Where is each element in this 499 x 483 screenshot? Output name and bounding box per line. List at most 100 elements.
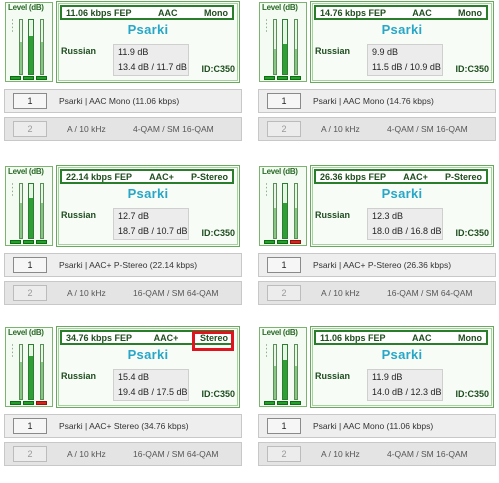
level-scale-label: - - - -	[10, 19, 16, 32]
service-2-button[interactable]: 2	[13, 121, 47, 137]
service-row[interactable]: 1 Psarki | AAC Mono (11.06 kbps)	[258, 414, 496, 438]
receiver-panel-5: Level (dB) - - - - 34.76 kbps FEP AAC+ S…	[4, 326, 242, 476]
level-title: Level (dB)	[8, 328, 44, 337]
stream-header: 11.06 kbps FEP AAC Mono	[314, 330, 488, 345]
status-segment-1	[264, 240, 275, 244]
level-scale-label: - - - -	[10, 183, 16, 196]
language-label: Russian	[315, 46, 351, 56]
signal-info-box: 34.76 kbps FEP AAC+ Stereo Psarki Russia…	[56, 326, 240, 408]
mode-row: 2 A / 10 kHz 16-QAM / SM 64-QAM	[4, 442, 242, 466]
language-label: Russian	[61, 46, 97, 56]
service-1-button[interactable]: 1	[267, 418, 301, 434]
snr-detail: 14.0 dB / 12.3 dB	[372, 387, 442, 397]
mode-row: 2 A / 10 kHz 4-QAM / SM 16-QAM	[258, 442, 496, 466]
level-title: Level (dB)	[8, 167, 44, 176]
snr-box: 12.7 dB 18.7 dB / 10.7 dB	[113, 208, 189, 240]
status-segment-2	[23, 401, 34, 405]
station-name: Psarki	[127, 22, 169, 37]
status-segment-3	[290, 240, 301, 244]
level-bar-right	[40, 19, 44, 75]
status-segment-3	[36, 401, 47, 405]
service-1-button[interactable]: 1	[13, 257, 47, 273]
level-title: Level (dB)	[262, 167, 298, 176]
level-scale-label: - - - -	[264, 183, 270, 196]
level-bar-right	[294, 344, 298, 400]
station-name: Psarki	[381, 22, 423, 37]
mode-row: 2 A / 10 kHz 4-QAM / SM 16-QAM	[4, 117, 242, 141]
mode-row: 2 A / 10 kHz 16-QAM / SM 64-QAM	[258, 281, 496, 305]
snr-value: 9.9 dB	[372, 47, 399, 57]
level-bar-main	[28, 183, 34, 239]
signal-info-box: 11.06 kbps FEP AAC Mono Psarki Russian 1…	[56, 1, 240, 83]
snr-box: 11.9 dB 14.0 dB / 12.3 dB	[367, 369, 443, 401]
codec-label: AAC	[412, 7, 432, 18]
snr-value: 11.9 dB	[118, 47, 149, 57]
service-2-button[interactable]: 2	[13, 446, 47, 462]
status-segment-3	[290, 76, 301, 80]
service-1-button[interactable]: 1	[13, 418, 47, 434]
stream-header: 14.76 kbps FEP AAC Mono	[314, 5, 488, 20]
qam-label: 4-QAM / SM 16-QAM	[133, 124, 214, 134]
service-1-button[interactable]: 1	[267, 93, 301, 109]
qam-label: 16-QAM / SM 64-QAM	[133, 449, 219, 459]
snr-detail: 11.5 dB / 10.9 dB	[372, 62, 441, 72]
service-2-button[interactable]: 2	[267, 285, 301, 301]
level-scale-label: - - - -	[10, 344, 16, 357]
service-id: ID:C350	[201, 228, 235, 238]
level-meter: Level (dB) - - - -	[5, 327, 53, 407]
language-label: Russian	[61, 210, 97, 220]
service-2-button[interactable]: 2	[13, 285, 47, 301]
service-description: Psarki | AAC Mono (11.06 kbps)	[313, 421, 434, 431]
service-row[interactable]: 1 Psarki | AAC+ P-Stereo (26.36 kbps)	[258, 253, 496, 277]
service-row[interactable]: 1 Psarki | AAC+ P-Stereo (22.14 kbps)	[4, 253, 242, 277]
status-segment-1	[10, 240, 21, 244]
service-1-button[interactable]: 1	[267, 257, 301, 273]
level-meter: Level (dB) - - - -	[259, 2, 307, 82]
signal-info-box: 22.14 kbps FEP AAC+ P-Stereo Psarki Russ…	[56, 165, 240, 247]
audio-mode-label: P-Stereo	[190, 171, 228, 182]
service-2-button[interactable]: 2	[267, 121, 301, 137]
level-bar-right	[294, 183, 298, 239]
snr-value: 12.3 dB	[372, 211, 404, 221]
level-scale-label: - - - -	[264, 344, 270, 357]
qam-label: 16-QAM / SM 64-QAM	[133, 288, 219, 298]
stream-header: 11.06 kbps FEP AAC Mono	[60, 5, 234, 20]
snr-box: 15.4 dB 19.4 dB / 17.5 dB	[113, 369, 189, 401]
level-bar-left	[19, 344, 23, 400]
level-meter: Level (dB) - - - -	[259, 166, 307, 246]
service-description: Psarki | AAC+ P-Stereo (22.14 kbps)	[59, 260, 198, 270]
modulation-label: A / 10 kHz	[67, 288, 106, 298]
mode-row: 2 A / 10 kHz 4-QAM / SM 16-QAM	[258, 117, 496, 141]
level-meter: Level (dB) - - - -	[5, 166, 53, 246]
service-row[interactable]: 1 Psarki | AAC Mono (14.76 kbps)	[258, 89, 496, 113]
level-bar-left	[273, 344, 277, 400]
audio-mode-label: Stereo	[199, 332, 228, 343]
service-id: ID:C350	[455, 64, 489, 74]
status-segment-2	[23, 76, 34, 80]
level-bar-left	[19, 183, 23, 239]
audio-mode-label: Mono	[457, 7, 482, 18]
audio-mode-label: Mono	[457, 332, 482, 343]
modulation-label: A / 10 kHz	[67, 124, 106, 134]
service-row[interactable]: 1 Psarki | AAC+ Stereo (34.76 kbps)	[4, 414, 242, 438]
signal-info-box: 26.36 kbps FEP AAC+ P-Stereo Psarki Russ…	[310, 165, 494, 247]
status-segment-2	[277, 76, 288, 80]
snr-value: 12.7 dB	[118, 211, 150, 221]
snr-box: 11.9 dB 13.4 dB / 11.7 dB	[113, 44, 189, 76]
service-description: Psarki | AAC+ Stereo (34.76 kbps)	[59, 421, 189, 431]
modulation-label: A / 10 kHz	[321, 124, 360, 134]
service-id: ID:C350	[201, 64, 235, 74]
stream-header: 34.76 kbps FEP AAC+ Stereo	[60, 330, 234, 345]
service-1-button[interactable]: 1	[13, 93, 47, 109]
status-segment-3	[36, 240, 47, 244]
service-2-button[interactable]: 2	[267, 446, 301, 462]
receiver-panel-3: Level (dB) - - - - 22.14 kbps FEP AAC+ P…	[4, 165, 242, 315]
service-description: Psarki | AAC+ P-Stereo (26.36 kbps)	[313, 260, 452, 270]
status-segment-1	[264, 76, 275, 80]
status-segment-1	[10, 401, 21, 405]
service-row[interactable]: 1 Psarki | AAC Mono (11.06 kbps)	[4, 89, 242, 113]
codec-label: AAC	[412, 332, 432, 343]
level-bar-left	[19, 19, 23, 75]
level-meter: Level (dB) - - - -	[5, 2, 53, 82]
status-segment-3	[36, 76, 47, 80]
